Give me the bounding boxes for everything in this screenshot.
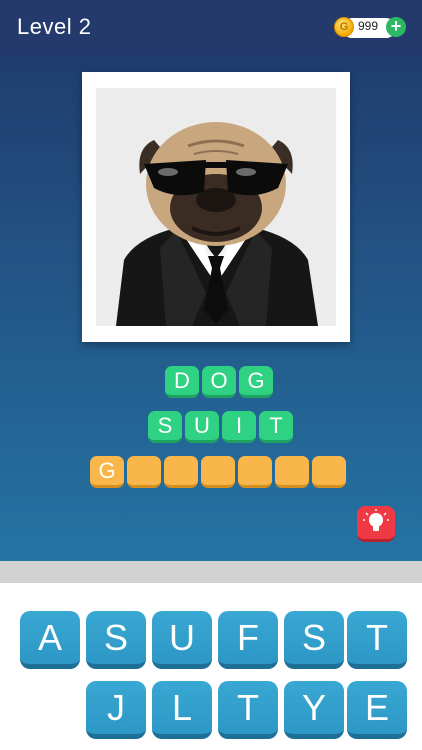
top-bar: Level 2 999 G + [0,0,422,55]
answer-slot[interactable] [238,456,272,488]
answer-slot[interactable] [164,456,198,488]
letter-key[interactable]: E [347,681,407,739]
coin-icon: G [334,17,354,37]
clue-tile: D [165,366,199,398]
clue-tile: I [222,411,256,443]
clue-tile: S [148,411,182,443]
letter-key[interactable]: U [152,611,212,669]
answer-slot[interactable] [312,456,346,488]
hint-button[interactable] [357,506,395,542]
puzzle-image-frame [82,72,350,342]
letter-key[interactable]: L [152,681,212,739]
letter-key[interactable]: T [347,611,407,669]
answer-slot[interactable] [127,456,161,488]
clue-tile: U [185,411,219,443]
answer-slot[interactable] [201,456,235,488]
letter-key[interactable]: T [218,681,278,739]
pug-in-suit-illustration [96,88,336,326]
lightbulb-icon [363,509,389,531]
clue-tile: O [202,366,236,398]
coin-balance[interactable]: 999 G + [334,16,406,40]
letter-key[interactable]: A [20,611,80,669]
clue-tile: T [259,411,293,443]
add-coins-button[interactable]: + [386,17,406,37]
letter-key[interactable]: Y [284,681,344,739]
letter-key[interactable]: S [284,611,344,669]
answer-slot[interactable] [275,456,309,488]
answer-row: G [90,456,346,488]
level-title: Level 2 [17,14,92,39]
clue-word-1: D O G [165,366,273,398]
letter-key[interactable]: F [218,611,278,669]
letter-key[interactable]: J [86,681,146,739]
clue-word-2: S U I T [148,411,293,443]
letter-key[interactable]: S [86,611,146,669]
puzzle-image [96,88,336,326]
coin-count: 999 [358,19,379,33]
keyboard-divider [0,561,422,583]
clue-tile: G [239,366,273,398]
answer-slot[interactable]: G [90,456,124,488]
